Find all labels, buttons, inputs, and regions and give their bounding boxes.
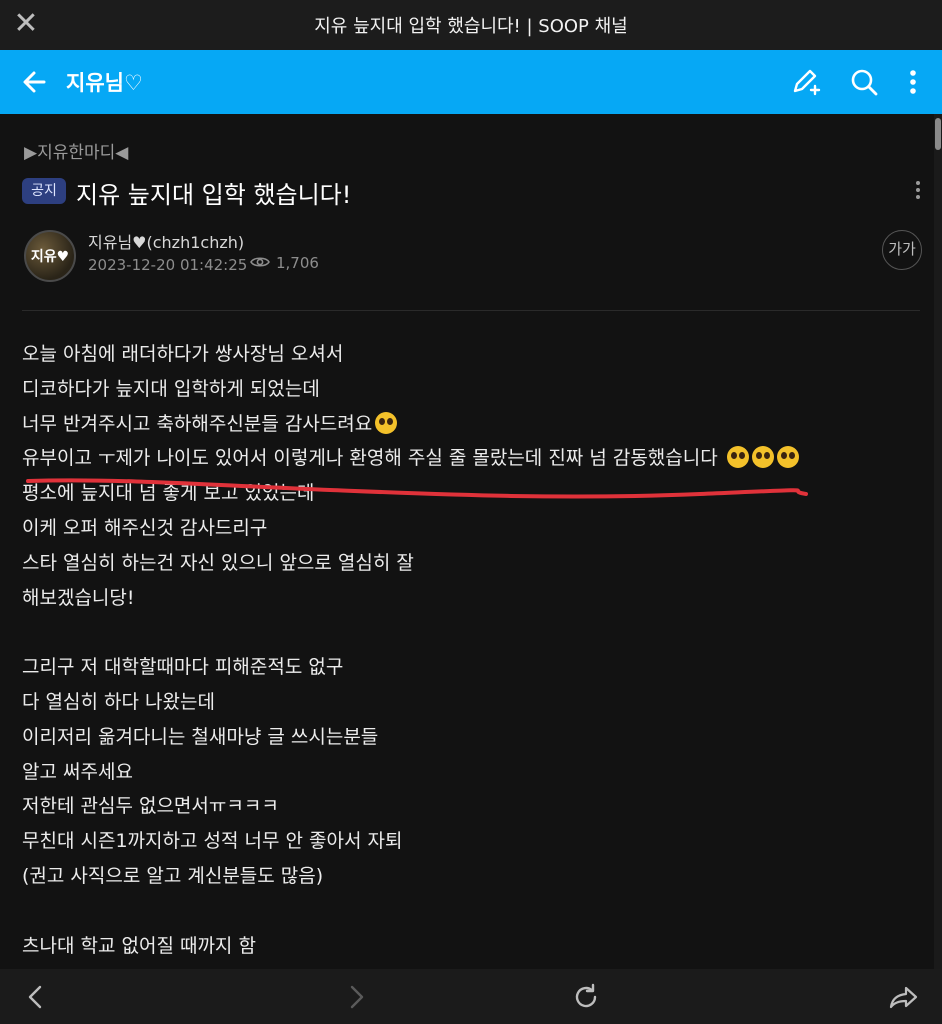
body-line: 이리저리 옮겨다니는 철새마냥 글 쓰시는분들 (22, 725, 379, 748)
pleading-face-emoji-icon (776, 446, 799, 469)
window-title: 지유 늪지대 입학 했습니다! | SOOP 채널 (314, 16, 628, 37)
browser-top-bar: ✕ 지유 늪지대 입학 했습니다! | SOOP 채널 (0, 0, 942, 50)
body-line: 평소에 늪지대 넘 좋게 보고 있었는데 (22, 482, 315, 505)
font-size-button[interactable]: 가가 (882, 230, 922, 270)
body-line: 너무 반겨주시고 축하해주신분들 감사드려요 (22, 407, 922, 442)
avatar-label: 지유♥ (30, 249, 70, 265)
body-line-text: 너무 반겨주시고 축하해주신분들 감사드려요 (22, 412, 373, 435)
view-count: 1,706 (250, 254, 319, 273)
body-line: 해보겠습니당! (22, 586, 135, 609)
post-title: 지유 늪지대 입학 했습니다! (76, 181, 352, 209)
body-line-text: 유부이고 ㅜ제가 나이도 있어서 이렇게나 환영해 주실 줄 몰랐는데 진짜 넘… (22, 447, 718, 470)
body-line: 그리구 저 대학할때마다 피해준적도 없구 (22, 656, 344, 679)
body-line: 스타 열심히 하는건 자신 있으니 앞으로 열심히 잘 (22, 551, 414, 574)
view-count-value: 1,706 (276, 254, 319, 272)
notice-badge: 공지 (22, 178, 66, 204)
body-line: (권고 사직으로 알고 계신분들도 많음) (22, 864, 324, 887)
scrollbar-track[interactable] (934, 114, 942, 969)
crying-face-emoji-icon (375, 411, 398, 434)
body-line: 무친대 시즌1까지하고 성적 너무 안 좋아서 자퇴 (22, 830, 403, 853)
body-line: 다 열심히 하다 나왔는데 (22, 690, 215, 713)
back-icon[interactable] (18, 979, 54, 1015)
back-arrow-icon[interactable] (18, 64, 54, 100)
body-line: 이케 오퍼 해주신것 감사드리구 (22, 516, 268, 539)
forward-icon[interactable] (338, 979, 374, 1015)
body-line: 저한테 관심두 없으면서ㅠㅋㅋㅋ (22, 795, 279, 818)
channel-name[interactable]: 지유님♡ (66, 67, 143, 97)
body-line: 오늘 아침에 래더하다가 쌍사장님 오셔서 (22, 343, 344, 365)
app-header: 지유님♡ (0, 50, 942, 114)
author-name[interactable]: 지유님♥(chzh1chzh) (88, 229, 244, 253)
pleading-face-emoji-icon (751, 446, 774, 469)
body-line (22, 615, 922, 650)
body-line: 츠나대 학교 없어질 때까지 함 (22, 934, 256, 957)
divider (22, 310, 920, 311)
post-date: 2023-12-20 01:42:25 (88, 256, 248, 274)
bottom-nav-bar (0, 969, 942, 1024)
post-more-icon[interactable] (912, 178, 924, 202)
avatar[interactable]: 지유♥ (24, 230, 76, 282)
body-line (22, 894, 922, 929)
post-category[interactable]: ▶지유한마디◀ (24, 138, 128, 163)
pleading-face-emoji-icon (726, 446, 749, 469)
search-icon[interactable] (846, 64, 882, 100)
refresh-icon[interactable] (568, 979, 604, 1015)
body-line: 유부이고 ㅜ제가 나이도 있어서 이렇게나 환영해 주실 줄 몰랐는데 진짜 넘… (22, 441, 922, 476)
body-line: 디코하다가 늪지대 입학하게 되었는데 (22, 377, 320, 400)
eye-icon (250, 255, 270, 273)
share-icon[interactable] (886, 979, 922, 1015)
scrollbar-thumb[interactable] (935, 118, 941, 150)
post-body: 오늘 아침에 래더하다가 쌍사장님 오셔서 디코하다가 늪지대 입학하게 되었는… (22, 337, 922, 963)
body-line: 알고 써주세요 (22, 760, 133, 783)
write-post-icon[interactable] (788, 64, 824, 100)
more-vertical-icon[interactable] (895, 64, 931, 100)
